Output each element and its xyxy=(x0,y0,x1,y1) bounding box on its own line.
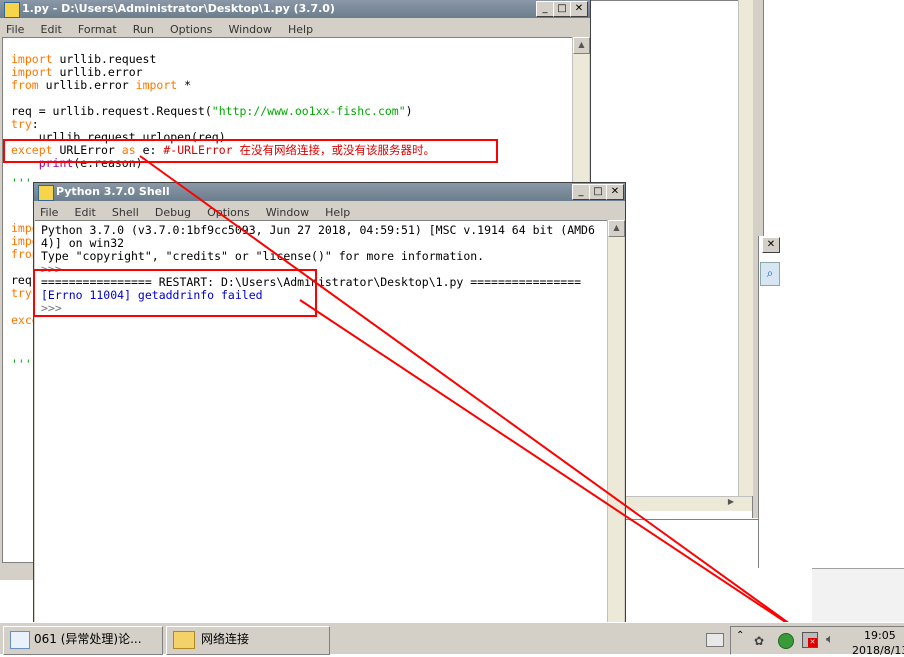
document-icon xyxy=(10,631,30,649)
red-x-icon: ✕ xyxy=(808,638,817,647)
update-icon[interactable] xyxy=(778,633,794,649)
taskbar-item-label: 网络连接 xyxy=(201,632,250,646)
clock-time[interactable]: 19:05 xyxy=(864,629,896,642)
folder-icon xyxy=(173,631,195,649)
annotation-arrow xyxy=(139,155,812,642)
show-hidden-icons-chevron-icon[interactable]: ⌃ xyxy=(736,630,744,641)
clock-date[interactable]: 2018/8/13 xyxy=(852,644,904,657)
taskbar-item-forum[interactable]: 061 (异常处理)论... xyxy=(3,626,163,655)
network-disconnected-icon[interactable]: ✕ xyxy=(802,632,818,648)
volume-icon[interactable]: 🔈︎ xyxy=(826,632,834,647)
taskbar-item-network[interactable]: 网络连接 xyxy=(166,626,330,655)
taskbar-item-label: 061 (异常处理)论... xyxy=(34,632,142,646)
keyboard-icon[interactable] xyxy=(706,633,724,647)
network-sharing-icon[interactable]: ✿ xyxy=(754,634,764,648)
